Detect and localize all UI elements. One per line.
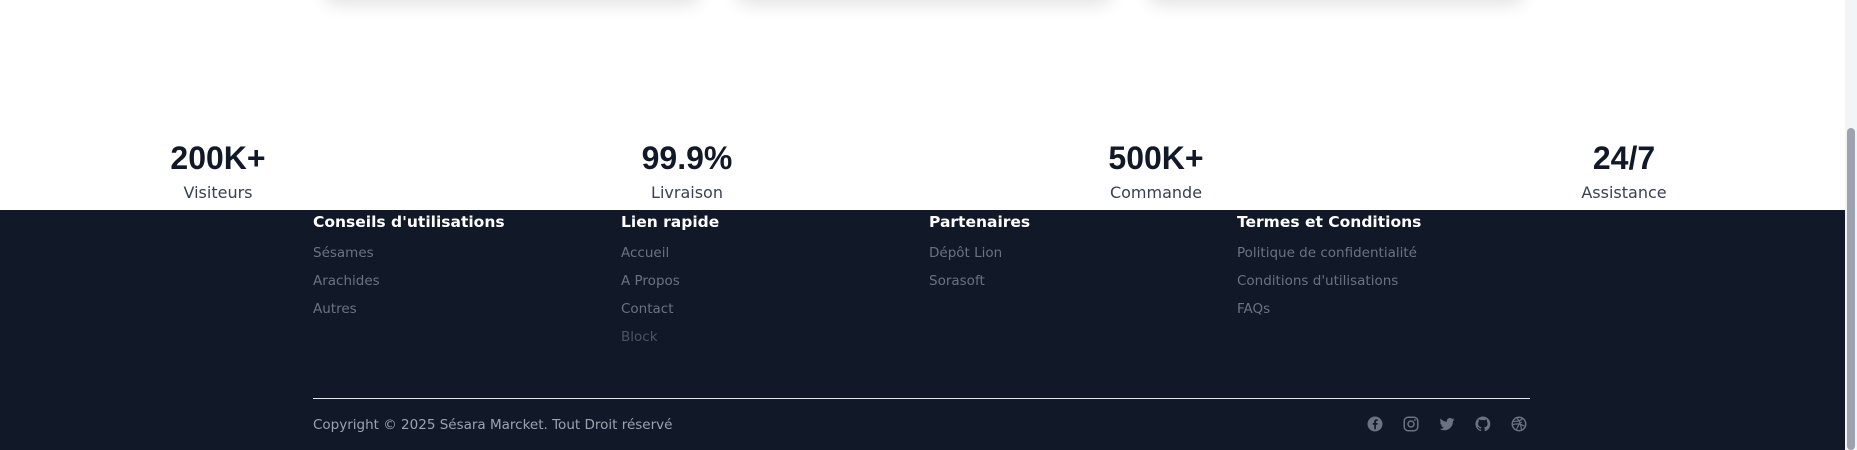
footer-link[interactable]: Sésames <box>313 239 613 267</box>
footer-link[interactable]: Autres <box>313 295 613 323</box>
stat-label: Visiteurs <box>183 183 253 202</box>
stat-value: 24/7 <box>1592 140 1656 176</box>
copyright-text: Copyright © 2025 Sésara Marcket. Tout Dr… <box>313 417 673 433</box>
footer-link-list: Accueil A Propos Contact Block <box>621 239 921 351</box>
twitter-icon[interactable] <box>1438 415 1456 433</box>
footer-column-terms: Termes et Conditions Politique de confid… <box>1237 210 1537 323</box>
stat-orders: 500K+ Commande <box>1056 136 1256 204</box>
footer-link[interactable]: Dépôt Lion <box>929 239 1229 267</box>
footer-column-quick-links: Lien rapide Accueil A Propos Contact Blo… <box>621 210 921 351</box>
github-icon[interactable] <box>1474 415 1492 433</box>
stat-label: Commande <box>1109 183 1203 202</box>
footer-column-partners: Partenaires Dépôt Lion Sorasoft <box>929 210 1229 295</box>
footer-link[interactable]: Block <box>621 323 921 351</box>
footer-link[interactable]: Conditions d'utilisations <box>1237 267 1537 295</box>
footer-link-list: Dépôt Lion Sorasoft <box>929 239 1229 295</box>
scrollbar-thumb[interactable] <box>1847 128 1855 450</box>
footer-column-title: Termes et Conditions <box>1237 213 1422 231</box>
stat-delivery: 99.9% Livraison <box>587 136 787 204</box>
footer-link[interactable]: Politique de confidentialité <box>1237 239 1537 267</box>
social-links <box>1366 415 1528 433</box>
stat-visitors: 200K+ Visiteurs <box>118 136 318 204</box>
footer-link[interactable]: Arachides <box>313 267 613 295</box>
footer-link[interactable]: Accueil <box>621 239 921 267</box>
footer-column-title: Conseils d'utilisations <box>313 213 505 231</box>
footer-link-list: Politique de confidentialité Conditions … <box>1237 239 1537 323</box>
footer-column-title: Lien rapide <box>621 213 720 231</box>
stat-value: 500K+ <box>1108 140 1204 176</box>
facebook-icon[interactable] <box>1366 415 1384 433</box>
footer-link[interactable]: FAQs <box>1237 295 1537 323</box>
stat-support: 24/7 Assistance <box>1524 136 1724 204</box>
stat-label: Assistance <box>1581 183 1667 202</box>
stat-value: 99.9% <box>641 140 733 176</box>
dribbble-icon[interactable] <box>1510 415 1528 433</box>
stats-section: 200K+ Visiteurs 99.9% Livraison 500K+ Co… <box>0 136 1845 210</box>
footer-divider <box>313 398 1530 399</box>
site-footer: Conseils d'utilisations Sésames Arachide… <box>0 210 1845 450</box>
footer-column-title: Partenaires <box>929 213 1031 231</box>
footer-link[interactable]: Sorasoft <box>929 267 1229 295</box>
footer-column-usage-tips: Conseils d'utilisations Sésames Arachide… <box>313 210 613 323</box>
stat-value: 200K+ <box>170 140 266 176</box>
footer-link[interactable]: A Propos <box>621 267 921 295</box>
scrollbar[interactable] <box>1845 0 1857 450</box>
instagram-icon[interactable] <box>1402 415 1420 433</box>
page: 200K+ Visiteurs 99.9% Livraison 500K+ Co… <box>0 0 1857 450</box>
footer-link-list: Sésames Arachides Autres <box>313 239 613 323</box>
footer-link[interactable]: Contact <box>621 295 921 323</box>
stat-label: Livraison <box>651 183 723 202</box>
